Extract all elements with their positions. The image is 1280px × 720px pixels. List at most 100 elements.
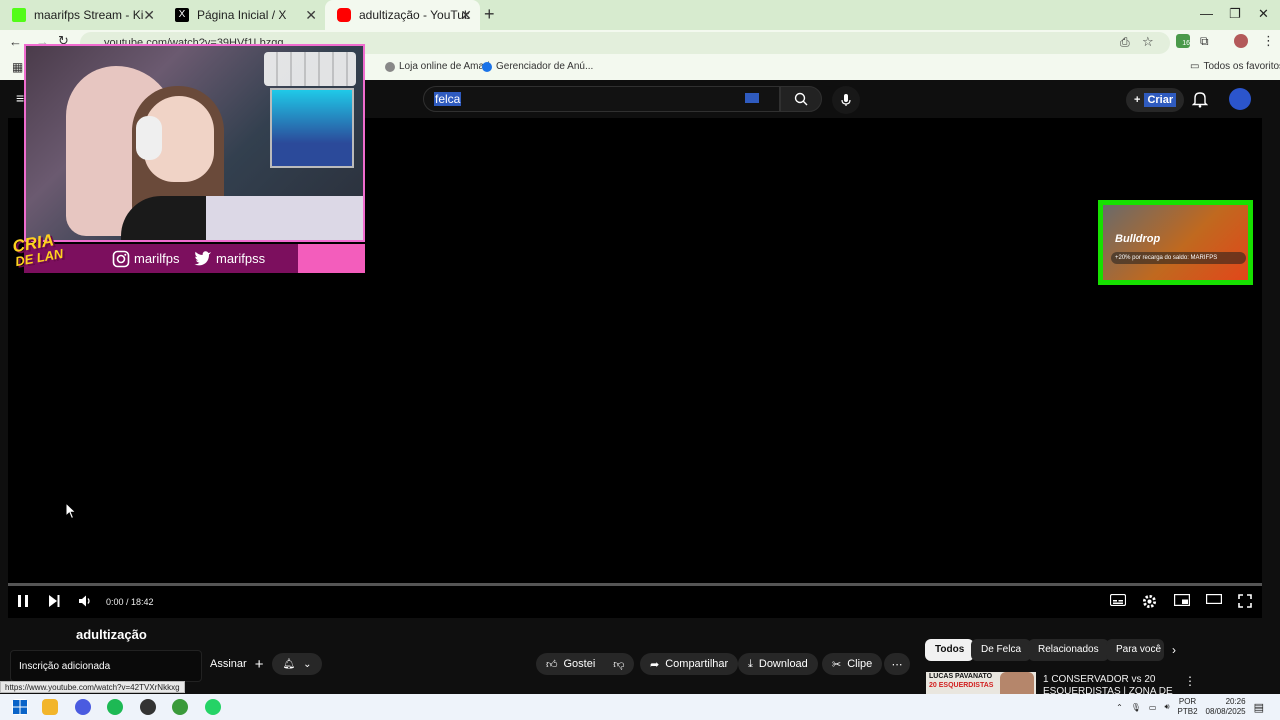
- minimize-icon[interactable]: —: [1200, 6, 1213, 21]
- clock-time: 20:26: [1225, 697, 1246, 706]
- instagram-icon: [112, 250, 130, 268]
- tab-kick[interactable]: maarifps Stream - Kick Dashboard ✕: [0, 0, 163, 30]
- account-avatar[interactable]: [1229, 88, 1251, 110]
- x-icon: X: [175, 8, 189, 22]
- all-bookmarks[interactable]: ▭ Todos os favoritos: [1190, 61, 1280, 72]
- microphone-icon[interactable]: 🎙︎: [1131, 703, 1141, 712]
- chevron-right-icon[interactable]: ›: [1172, 643, 1176, 657]
- chevron-up-icon[interactable]: ⌃: [1116, 703, 1123, 712]
- extension-icon[interactable]: 16: [1176, 34, 1190, 48]
- more-vertical-icon[interactable]: ⋮: [1184, 674, 1196, 688]
- extensions-puzzle-icon[interactable]: ⧉: [1200, 34, 1209, 49]
- close-icon[interactable]: ✕: [305, 7, 317, 24]
- headset: [136, 116, 162, 160]
- folder-icon: ▭: [1190, 61, 1200, 72]
- tab-label: adultização - YouTube: [359, 8, 469, 22]
- search-value: felca: [434, 92, 462, 106]
- language-indicator[interactable]: POR PTB2: [1178, 697, 1198, 717]
- voice-search-button[interactable]: [832, 86, 860, 114]
- more-horizontal-icon: ⋯: [891, 658, 903, 671]
- toast-notification: Inscrição adicionada: [10, 650, 202, 682]
- share-label: Compartilhar: [665, 658, 729, 670]
- theater-mode-icon[interactable]: [1206, 594, 1222, 604]
- share-button[interactable]: ➦ Compartilhar: [640, 653, 739, 675]
- bookmark-loja[interactable]: Loja online de Amari: [385, 61, 490, 72]
- chip-de-felca[interactable]: De Felca: [971, 639, 1032, 661]
- instagram-handle: marilfps: [134, 251, 180, 266]
- video-title: adultização: [76, 627, 147, 642]
- recommendation-title[interactable]: 1 CONSERVADOR vs 20 ESQUERDISTAS | ZONA …: [1043, 674, 1173, 694]
- search-icon: [794, 92, 808, 106]
- next-icon[interactable]: [47, 594, 61, 608]
- video-progress-bar[interactable]: [8, 583, 1262, 586]
- notifications-icon[interactable]: ▤: [1254, 701, 1264, 714]
- chip-todos[interactable]: Todos: [925, 639, 975, 661]
- thumbs-down-icon[interactable]: 👎︎: [613, 658, 624, 671]
- extension-badge: 16: [1182, 40, 1190, 47]
- new-tab-button[interactable]: +: [484, 4, 495, 25]
- keyboard-icon[interactable]: [745, 93, 759, 103]
- create-button[interactable]: + Criar: [1126, 88, 1185, 112]
- more-actions-button[interactable]: ⋯: [884, 653, 910, 675]
- recommendation-thumbnail[interactable]: LUCAS PAVANATO 20 ESQUERDISTAS: [926, 672, 1036, 694]
- subtitles-icon[interactable]: [1110, 594, 1126, 606]
- like-label: Gostei: [563, 658, 596, 670]
- search-button[interactable]: [780, 86, 822, 112]
- close-icon[interactable]: ✕: [143, 7, 155, 24]
- speaker-icon[interactable]: 🔊︎: [1164, 702, 1169, 712]
- overlay-pink-block: [298, 244, 365, 273]
- pause-icon[interactable]: [16, 594, 30, 608]
- bookmark-gerenciador[interactable]: Gerenciador de Anú...: [482, 61, 593, 72]
- clock-date: 08/08/2025: [1205, 707, 1246, 716]
- install-app-icon[interactable]: ⎙: [1120, 35, 1130, 50]
- like-button[interactable]: 👍︎ Gostei 👎︎: [536, 653, 635, 675]
- player-controls: 0:00 / 18:42: [0, 590, 1280, 616]
- download-label: Download: [758, 658, 808, 670]
- chip-relacionados[interactable]: Relacionados: [1028, 639, 1109, 661]
- tab-youtube[interactable]: adultização - YouTube ✕: [325, 0, 480, 30]
- clip-label: Clipe: [847, 658, 873, 670]
- mouse-cursor-icon: [65, 502, 77, 520]
- notification-bell-dropdown[interactable]: 🔔︎ ⌄: [272, 653, 322, 675]
- obs-icon[interactable]: [140, 699, 156, 715]
- notifications-bell-icon[interactable]: [1192, 90, 1208, 108]
- profile-avatar[interactable]: [1234, 34, 1248, 48]
- hamburger-menu-icon[interactable]: ≡: [16, 90, 24, 106]
- menu-kebab-icon[interactable]: ⋮: [1262, 33, 1275, 49]
- file-explorer-icon[interactable]: [42, 699, 58, 715]
- bookmark-star-icon[interactable]: ☆: [1142, 34, 1154, 50]
- tab-label: maarifps Stream - Kick Dashboard: [34, 8, 144, 22]
- meta-icon: [482, 61, 492, 72]
- back-icon[interactable]: ←: [9, 34, 22, 49]
- sponsor-image: Bulldrop +20% por recarga do saldo: MARI…: [1103, 205, 1248, 280]
- microphone-icon: [841, 94, 851, 106]
- chip-para-voce[interactable]: Para você: [1106, 639, 1164, 661]
- clip-button[interactable]: ✂ Clipe: [822, 653, 883, 675]
- lang-text: POR: [1178, 697, 1197, 706]
- tab-x[interactable]: X Página Inicial / X ✕: [163, 0, 325, 30]
- fullscreen-icon[interactable]: [1238, 594, 1252, 608]
- search-input[interactable]: felca: [423, 86, 780, 112]
- thumb-face: [1000, 672, 1034, 694]
- windows-start-icon[interactable]: [12, 699, 28, 715]
- chrome-icon[interactable]: [172, 699, 188, 715]
- settings-gear-icon[interactable]: [1142, 594, 1157, 609]
- download-button[interactable]: ⤓ Download: [738, 653, 818, 675]
- clock[interactable]: 20:26 08/08/2025: [1206, 697, 1246, 717]
- youtube-icon: [337, 8, 351, 22]
- miniplayer-icon[interactable]: [1174, 594, 1190, 606]
- discord-icon[interactable]: [75, 699, 91, 715]
- maximize-icon[interactable]: ❐: [1229, 6, 1241, 22]
- whatsapp-icon[interactable]: [205, 699, 221, 715]
- download-icon: ⤓: [748, 657, 753, 670]
- share-icon: ➦: [650, 658, 660, 671]
- system-tray: ⌃ 🎙︎ ▭ 🔊︎ POR PTB2 20:26 08/08/2025 ▤: [1116, 697, 1264, 717]
- spotify-icon[interactable]: [107, 699, 123, 715]
- windows-taskbar: ⌃ 🎙︎ ▭ 🔊︎ POR PTB2 20:26 08/08/2025 ▤: [0, 694, 1280, 720]
- close-icon[interactable]: ✕: [460, 7, 472, 24]
- window-close-icon[interactable]: ✕: [1258, 6, 1269, 22]
- subscribe-button[interactable]: Assinar +: [202, 653, 271, 675]
- volume-icon[interactable]: [78, 594, 92, 608]
- apps-grid-icon[interactable]: ▦: [12, 60, 23, 74]
- network-icon[interactable]: ▭: [1149, 703, 1157, 712]
